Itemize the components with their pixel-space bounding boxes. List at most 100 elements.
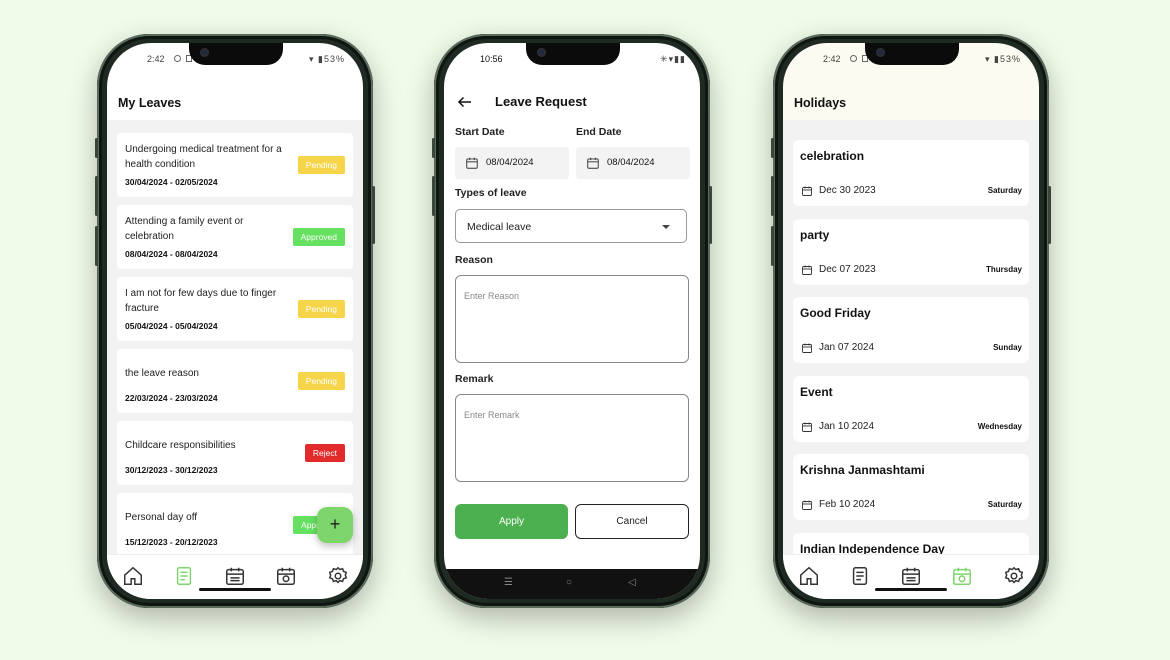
leave-dates: 15/12/2023 - 20/12/2023 <box>125 537 218 547</box>
holiday-name: Event <box>800 385 833 399</box>
holiday-card[interactable]: Krishna Janmashtami Feb 10 2024 Saturday <box>793 454 1029 520</box>
home-indicator <box>875 588 947 591</box>
leave-card[interactable]: Childcare responsibilities 30/12/2023 - … <box>117 421 353 485</box>
battery-percent: 53% <box>999 54 1021 64</box>
holiday-date: Dec 30 2023 <box>819 185 876 196</box>
leave-reason: Childcare responsibilities <box>125 440 236 451</box>
holiday-day: Sunday <box>993 343 1022 352</box>
status-badge: Pending <box>297 372 345 390</box>
holiday-date: Dec 07 2023 <box>819 264 876 275</box>
leave-card[interactable]: Attending a family event or celebration … <box>117 205 353 269</box>
signal-icon: ▮▮ <box>674 54 686 64</box>
page-title: Holidays <box>794 96 847 110</box>
back-arrow-icon[interactable] <box>456 93 474 111</box>
reason-label: Reason <box>455 254 493 266</box>
chevron-down-icon <box>662 225 670 229</box>
notch <box>865 43 959 65</box>
page-title: Leave Request <box>495 94 587 109</box>
end-date-label: End Date <box>576 126 622 138</box>
wifi-icon: ▾ <box>308 54 315 64</box>
holiday-day: Saturday <box>987 500 1022 509</box>
add-leave-button[interactable]: + <box>317 507 353 543</box>
remark-label: Remark <box>455 373 494 385</box>
app-bar: Leave Request <box>444 83 700 119</box>
nav-home-icon[interactable] <box>798 565 820 587</box>
leave-dates: 30/04/2024 - 02/05/2024 <box>125 177 218 187</box>
status-badge: Pending <box>297 156 345 174</box>
cancel-button[interactable]: Cancel <box>575 504 689 539</box>
holiday-day: Saturday <box>987 186 1022 195</box>
nav-calendar-icon[interactable] <box>900 565 922 587</box>
end-date-field[interactable]: 08/04/2024 <box>576 147 690 179</box>
holiday-name: Krishna Janmashtami <box>800 463 925 477</box>
remark-placeholder: Enter Remark <box>464 410 520 420</box>
leave-dates: 22/03/2024 - 23/03/2024 <box>125 393 218 403</box>
leave-reason: Attending a family event or celebration <box>125 216 244 242</box>
leave-reason: the leave reason <box>125 368 199 379</box>
status-time: 2:42 <box>823 54 841 64</box>
home-circle-icon[interactable]: ○ <box>566 577 572 588</box>
system-nav-bar: ☰ ○ ◁ <box>444 569 700 599</box>
wifi-icon: ▾ <box>984 54 991 64</box>
bottom-nav <box>107 554 363 599</box>
status-badge: Pending <box>297 300 345 318</box>
bottom-nav <box>783 554 1039 599</box>
holiday-name: celebration <box>800 149 865 163</box>
reason-input[interactable]: Enter Reason <box>455 275 689 363</box>
start-date-value: 08/04/2024 <box>486 157 534 168</box>
calendar-icon <box>801 341 813 359</box>
nav-holiday-icon[interactable] <box>951 565 973 587</box>
holiday-date: Jan 07 2024 <box>819 342 875 353</box>
leave-card[interactable]: I am not for few days due to finger frac… <box>117 277 353 341</box>
leave-card[interactable]: the leave reason 22/03/2024 - 23/03/2024… <box>117 349 353 413</box>
holiday-card[interactable]: party Dec 07 2023 Thursday <box>793 219 1029 285</box>
nav-home-icon[interactable] <box>122 565 144 587</box>
notch <box>526 43 620 65</box>
nav-settings-icon[interactable] <box>1003 565 1025 587</box>
leave-reason: I am not for few days due to finger frac… <box>125 288 277 314</box>
back-triangle-icon[interactable]: ◁ <box>628 577 636 588</box>
reason-placeholder: Enter Reason <box>464 291 520 301</box>
holiday-card[interactable]: celebration Dec 30 2023 Saturday <box>793 140 1029 206</box>
app-bar: My Leaves <box>107 83 363 119</box>
holiday-name: party <box>800 228 830 242</box>
calendar-icon <box>465 156 479 175</box>
holiday-date: Jan 10 2024 <box>819 421 875 432</box>
leaves-list[interactable]: Undergoing medical treatment for a healt… <box>107 120 363 555</box>
holiday-name: Good Friday <box>800 306 871 320</box>
home-indicator <box>199 588 271 591</box>
recents-icon[interactable]: ☰ <box>504 577 513 588</box>
holiday-card[interactable]: Good Friday Jan 07 2024 Sunday <box>793 297 1029 363</box>
holiday-day: Thursday <box>985 265 1022 274</box>
nav-leaves-icon[interactable] <box>173 565 195 587</box>
battery-percent: 53% <box>323 54 345 64</box>
notch <box>189 43 283 65</box>
nav-holiday-icon[interactable] <box>275 565 297 587</box>
start-date-label: Start Date <box>455 126 505 138</box>
app-bar: Holidays <box>783 83 1039 119</box>
remark-input[interactable]: Enter Remark <box>455 394 689 482</box>
holidays-list[interactable]: celebration Dec 30 2023 Saturday party D… <box>783 120 1039 555</box>
status-badge: Reject <box>304 444 345 462</box>
holiday-card[interactable]: Indian Independence Day <box>793 533 1029 555</box>
calendar-icon <box>801 263 813 281</box>
leave-type-label: Types of leave <box>455 187 527 199</box>
holiday-date: Feb 10 2024 <box>819 499 876 510</box>
leave-card[interactable]: Undergoing medical treatment for a healt… <box>117 133 353 197</box>
leave-dates: 08/04/2024 - 08/04/2024 <box>125 249 218 259</box>
holiday-card[interactable]: Event Jan 10 2024 Wednesday <box>793 376 1029 442</box>
nav-calendar-icon[interactable] <box>224 565 246 587</box>
nav-leaves-icon[interactable] <box>849 565 871 587</box>
phone-my-leaves: 2:42 ▾ ▮53% My Leaves Undergoing medical… <box>95 34 375 608</box>
apply-button[interactable]: Apply <box>455 504 568 539</box>
status-badge: Approved <box>292 228 345 246</box>
end-date-value: 08/04/2024 <box>607 157 655 168</box>
calendar-icon <box>801 420 813 438</box>
nav-settings-icon[interactable] <box>327 565 349 587</box>
leave-reason: Personal day off <box>125 512 198 523</box>
leave-type-select[interactable]: Medical leave <box>455 209 687 243</box>
status-time: 10:56 <box>480 54 503 64</box>
start-date-field[interactable]: 08/04/2024 <box>455 147 569 179</box>
calendar-icon <box>586 156 600 175</box>
bluetooth-icon: ✳ <box>660 54 669 64</box>
